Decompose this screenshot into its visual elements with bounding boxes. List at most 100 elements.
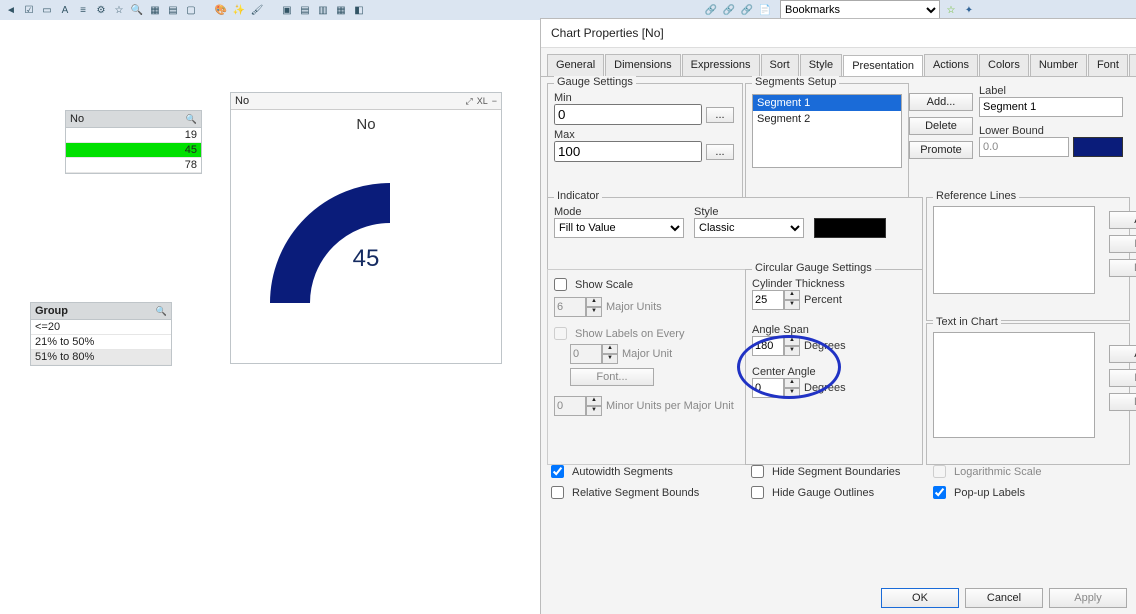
magnifier-icon[interactable]: 🔍: [186, 114, 197, 125]
list-item[interactable]: 19: [66, 128, 201, 143]
listbox-group[interactable]: Group🔍 <=20 21% to 50% 51% to 80%: [30, 302, 172, 366]
tab-general[interactable]: General: [547, 54, 604, 76]
autowidth-checkbox[interactable]: [551, 465, 564, 478]
dialog-footer: OK Cancel Apply: [881, 588, 1127, 608]
thickness-spinner[interactable]: ▲▼: [752, 290, 800, 310]
promote-button[interactable]: Promote: [909, 141, 973, 159]
search-icon[interactable]: 🔍: [130, 3, 144, 17]
tool1-icon[interactable]: ▣: [280, 3, 294, 17]
text-icon[interactable]: A: [58, 3, 72, 17]
txt-delete-button[interactable]: De: [1109, 393, 1136, 411]
lines-icon[interactable]: ≡: [76, 3, 90, 17]
listbox-no-title: No🔍: [66, 111, 201, 128]
checkbox-icon[interactable]: ☑: [22, 3, 36, 17]
tab-sort[interactable]: Sort: [761, 54, 799, 76]
doc-icon[interactable]: 📄: [758, 3, 772, 17]
bookmarks-selector[interactable]: Bookmarks: [780, 0, 940, 20]
list-item[interactable]: 51% to 80%: [31, 350, 171, 365]
show-scale-checkbox[interactable]: [554, 278, 567, 291]
tab-style[interactable]: Style: [800, 54, 842, 76]
star-icon[interactable]: ☆: [112, 3, 126, 17]
starx-icon[interactable]: ✦: [962, 3, 976, 17]
segments-setup-group: Segments Setup Segment 1 Segment 2: [745, 83, 909, 201]
chart-title: No: [231, 116, 501, 133]
tool3-icon[interactable]: ▥: [316, 3, 330, 17]
link2-icon[interactable]: 🔗: [722, 3, 736, 17]
add-button[interactable]: Add...: [909, 93, 973, 111]
paint-icon[interactable]: 🎨: [214, 3, 228, 17]
tab-layout[interactable]: Layout: [1129, 54, 1136, 76]
font-button[interactable]: Font...: [570, 368, 654, 386]
gauge-chart[interactable]: No ⤢ XL − No 45: [230, 92, 502, 364]
tab-colors[interactable]: Colors: [979, 54, 1029, 76]
min-browse-button[interactable]: ...: [706, 107, 734, 123]
rect-icon[interactable]: ▭: [40, 3, 54, 17]
detach-icon[interactable]: ⤢: [466, 96, 473, 107]
hide-outlines-checkbox[interactable]: [751, 486, 764, 499]
style-select[interactable]: Classic: [694, 218, 804, 238]
angle-span-spinner[interactable]: ▲▼: [752, 336, 800, 356]
txt-edit-button[interactable]: Ed: [1109, 369, 1136, 387]
brush-icon[interactable]: 🖌: [250, 3, 264, 17]
color-swatch[interactable]: [1073, 137, 1123, 157]
star2-icon[interactable]: ☆: [944, 3, 958, 17]
gear-icon[interactable]: ⚙: [94, 3, 108, 17]
segment-item[interactable]: Segment 1: [753, 95, 901, 111]
max-input[interactable]: [554, 141, 702, 162]
indicator-group: Indicator Mode Fill to Value Style Class…: [547, 197, 923, 271]
delete-button[interactable]: Delete: [909, 117, 973, 135]
popup-labels-checkbox[interactable]: [933, 486, 946, 499]
dialog-title: Chart Properties [No]: [541, 19, 1136, 48]
tab-expressions[interactable]: Expressions: [682, 54, 760, 76]
max-browse-button[interactable]: ...: [706, 144, 734, 160]
mode-select[interactable]: Fill to Value: [554, 218, 684, 238]
min-input[interactable]: [554, 104, 702, 125]
segments-list[interactable]: Segment 1 Segment 2: [752, 94, 902, 168]
major-units-spinner[interactable]: ▲▼: [554, 297, 602, 317]
list-item[interactable]: 45: [66, 143, 201, 158]
apply-button[interactable]: Apply: [1049, 588, 1127, 608]
minor-units-spinner[interactable]: ▲▼: [554, 396, 602, 416]
list-item[interactable]: 21% to 50%: [31, 335, 171, 350]
list-item[interactable]: <=20: [31, 320, 171, 335]
hide-boundaries-checkbox[interactable]: [751, 465, 764, 478]
tab-font[interactable]: Font: [1088, 54, 1128, 76]
listbox-no[interactable]: No🔍 19 45 78: [65, 110, 202, 174]
segment-item[interactable]: Segment 2: [753, 111, 901, 127]
text-list[interactable]: [933, 332, 1095, 438]
tab-presentation[interactable]: Presentation: [843, 55, 923, 77]
tab-number[interactable]: Number: [1030, 54, 1087, 76]
ref-delete-button[interactable]: De: [1109, 259, 1136, 277]
grid-icon[interactable]: ▦: [148, 3, 162, 17]
center-angle-spinner[interactable]: ▲▼: [752, 378, 800, 398]
style-label: Style: [694, 206, 804, 218]
xl-icon[interactable]: XL: [477, 96, 488, 107]
indicator-color[interactable]: [814, 218, 886, 238]
link1-icon[interactable]: 🔗: [704, 3, 718, 17]
ref-add-button[interactable]: Ad: [1109, 211, 1136, 229]
wand-icon[interactable]: ✨: [232, 3, 246, 17]
ok-button[interactable]: OK: [881, 588, 959, 608]
txt-add-button[interactable]: Ad: [1109, 345, 1136, 363]
magnifier-icon[interactable]: 🔍: [156, 306, 167, 317]
link3-icon[interactable]: 🔗: [740, 3, 754, 17]
tool5-icon[interactable]: ◧: [352, 3, 366, 17]
tab-dimensions[interactable]: Dimensions: [605, 54, 680, 76]
min-label: Min: [554, 92, 736, 104]
list-icon[interactable]: ▤: [166, 3, 180, 17]
reference-list[interactable]: [933, 206, 1095, 294]
dialog-tabs: General Dimensions Expressions Sort Styl…: [541, 48, 1136, 76]
box-icon[interactable]: ▢: [184, 3, 198, 17]
cancel-button[interactable]: Cancel: [965, 588, 1043, 608]
back-icon[interactable]: ◄: [4, 3, 18, 17]
list-item[interactable]: 78: [66, 158, 201, 173]
chart-properties-dialog: Chart Properties [No] General Dimensions…: [540, 18, 1136, 614]
label-input[interactable]: [979, 97, 1123, 117]
major-unit-spinner[interactable]: ▲▼: [570, 344, 618, 364]
tab-actions[interactable]: Actions: [924, 54, 978, 76]
ref-edit-button[interactable]: Ed: [1109, 235, 1136, 253]
relative-bounds-checkbox[interactable]: [551, 486, 564, 499]
tool2-icon[interactable]: ▤: [298, 3, 312, 17]
minimize-icon[interactable]: −: [492, 96, 497, 107]
tool4-icon[interactable]: ▦: [334, 3, 348, 17]
